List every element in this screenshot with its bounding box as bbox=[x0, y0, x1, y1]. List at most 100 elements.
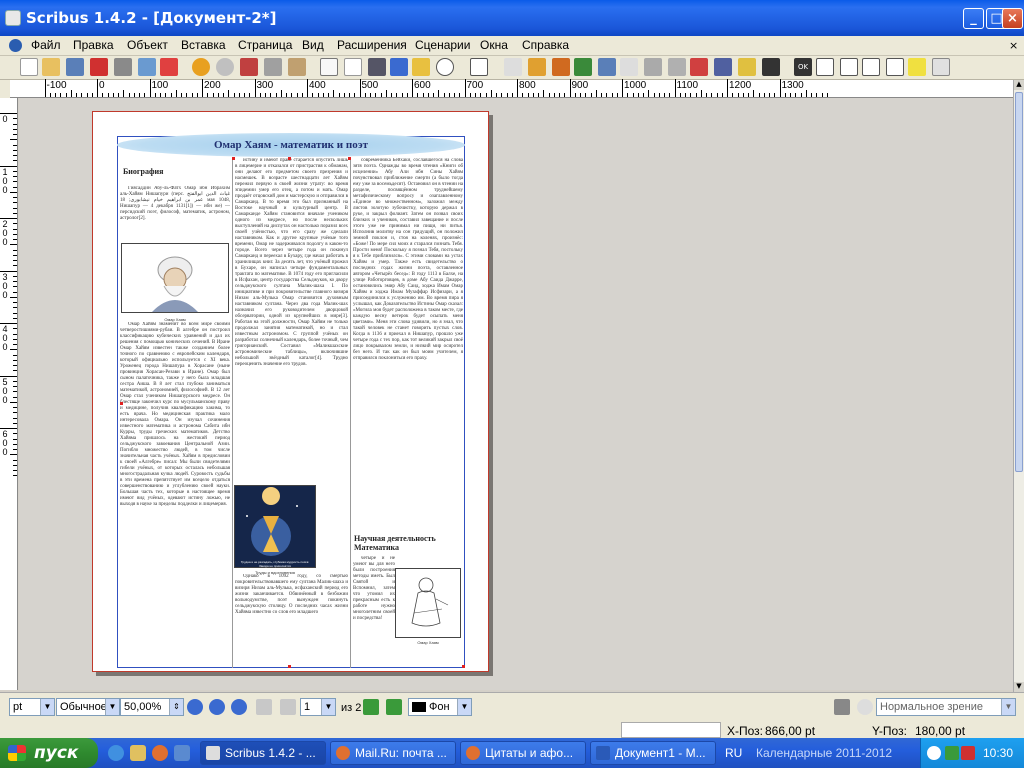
menu-scripts[interactable]: Сценарии bbox=[415, 38, 470, 52]
task-scribus[interactable]: Scribus 1.4.2 - ... bbox=[200, 741, 326, 765]
task-mailru[interactable]: Mail.Ru: почта ... bbox=[330, 741, 456, 765]
zoom-100-icon[interactable] bbox=[209, 699, 225, 715]
save-icon[interactable] bbox=[66, 58, 84, 76]
menu-extras[interactable]: Расширения bbox=[337, 38, 407, 52]
menu-page[interactable]: Страница bbox=[238, 38, 292, 52]
task-word-document[interactable]: Документ1 - М... bbox=[590, 741, 716, 765]
hourglass-image-frame[interactable] bbox=[234, 485, 316, 568]
math-heading[interactable]: Математика bbox=[354, 543, 399, 552]
next-page-icon[interactable] bbox=[363, 699, 379, 715]
pdf-combobox-icon[interactable] bbox=[862, 58, 880, 76]
last-page-icon[interactable] bbox=[386, 699, 402, 715]
selection-handle[interactable] bbox=[120, 402, 123, 405]
image-frame-icon[interactable] bbox=[368, 58, 386, 76]
selection-handle[interactable] bbox=[288, 665, 291, 668]
preview-mode-select[interactable]: Обычное ▼ bbox=[56, 698, 120, 716]
redo-icon[interactable] bbox=[216, 58, 234, 76]
copy-properties-icon[interactable] bbox=[738, 58, 756, 76]
column3-tail-text[interactable]: четыре и не умеют вы для него были постр… bbox=[353, 556, 395, 666]
menu-object[interactable]: Объект bbox=[127, 38, 168, 52]
undo-icon[interactable] bbox=[192, 58, 210, 76]
pdf-export-icon[interactable] bbox=[160, 58, 178, 76]
tray-network-icon[interactable] bbox=[945, 746, 959, 760]
measure-icon[interactable] bbox=[714, 58, 732, 76]
minimize-button[interactable]: _ bbox=[963, 8, 984, 29]
scrollbar-thumb[interactable] bbox=[1015, 92, 1023, 472]
document-page[interactable]: Омар Хаям - математик и поэт Биография Г… bbox=[92, 111, 489, 672]
previous-page-icon[interactable] bbox=[280, 699, 296, 715]
selection-handle[interactable] bbox=[288, 157, 291, 160]
render-frame-icon[interactable] bbox=[390, 58, 408, 76]
quicklaunch-ie-icon[interactable] bbox=[108, 745, 124, 761]
cut-icon[interactable] bbox=[240, 58, 258, 76]
menu-view[interactable]: Вид bbox=[302, 38, 324, 52]
select-tool-icon[interactable] bbox=[320, 58, 338, 76]
title-banner[interactable]: Омар Хаям - математик и поэт bbox=[117, 133, 465, 157]
visual-mode-select[interactable]: Нормальное зрение ▼ bbox=[876, 698, 1016, 716]
tray-antivirus-icon[interactable] bbox=[961, 746, 975, 760]
scroll-down-icon[interactable]: ▼ bbox=[1014, 682, 1024, 692]
open-folder-icon[interactable] bbox=[42, 58, 60, 76]
zoom-input[interactable]: 50,00% ⇕ bbox=[120, 698, 184, 716]
pdf-checkbox-icon[interactable] bbox=[840, 58, 858, 76]
column1-text[interactable]: Омар Хайям знаменит во всём мире своими … bbox=[120, 322, 230, 668]
zoom-out-icon[interactable] bbox=[187, 699, 203, 715]
selection-handle[interactable] bbox=[348, 157, 351, 160]
selection-handle[interactable] bbox=[232, 157, 235, 160]
scribe-image-frame[interactable] bbox=[395, 568, 461, 638]
quicklaunch-firefox-icon[interactable] bbox=[152, 745, 168, 761]
rotate-icon[interactable] bbox=[574, 58, 592, 76]
pdf-listbox-icon[interactable] bbox=[886, 58, 904, 76]
bio-intro-text[interactable]: Гиясаддин Абу-ль-Фатх Омар ибн Ибрахим а… bbox=[120, 186, 230, 241]
polygon-icon[interactable] bbox=[470, 58, 488, 76]
eye-icon[interactable] bbox=[857, 699, 873, 715]
new-document-icon[interactable] bbox=[20, 58, 38, 76]
zoom-in-icon[interactable] bbox=[231, 699, 247, 715]
column3-text[interactable]: современника Бейхаки, сославшегося на сл… bbox=[353, 158, 463, 538]
scribus-app-icon[interactable] bbox=[5, 10, 21, 26]
pdf-button-icon[interactable]: OK bbox=[794, 58, 812, 76]
line-icon[interactable] bbox=[504, 58, 522, 76]
print-icon[interactable] bbox=[114, 58, 132, 76]
first-page-icon[interactable] bbox=[256, 699, 272, 715]
preflight-icon[interactable] bbox=[138, 58, 156, 76]
close-document-icon[interactable] bbox=[90, 58, 108, 76]
menu-edit[interactable]: Правка bbox=[73, 38, 114, 52]
link-frames-icon[interactable] bbox=[668, 58, 686, 76]
column2-tail-text[interactable]: Однако в 1092 году, со смертью покровите… bbox=[235, 574, 348, 668]
menu-file[interactable]: Файл bbox=[31, 38, 61, 52]
menu-insert[interactable]: Вставка bbox=[181, 38, 226, 52]
document-canvas[interactable]: Омар Хаям - математик и поэт Биография Г… bbox=[19, 98, 1013, 690]
close-button[interactable]: × bbox=[1002, 8, 1023, 29]
unit-select[interactable]: pt ▼ bbox=[9, 698, 55, 716]
vertical-scrollbar[interactable]: ▲ ▼ bbox=[1013, 80, 1024, 692]
tray-chevron-icon[interactable] bbox=[927, 746, 941, 760]
preview-icon[interactable] bbox=[834, 699, 850, 715]
menu-windows[interactable]: Окна bbox=[480, 38, 508, 52]
text-frame-icon[interactable] bbox=[344, 58, 362, 76]
edit-text-icon[interactable] bbox=[644, 58, 662, 76]
bezier-icon[interactable] bbox=[528, 58, 546, 76]
bio-heading[interactable]: Биография bbox=[123, 167, 163, 176]
edit-contents-icon[interactable] bbox=[620, 58, 638, 76]
menu-help[interactable]: Справка bbox=[522, 38, 569, 52]
text-annotation-icon[interactable] bbox=[908, 58, 926, 76]
task-quotes[interactable]: Цитаты и афо... bbox=[460, 741, 586, 765]
layer-select[interactable]: Фон ▼ bbox=[408, 698, 472, 716]
paste-icon[interactable] bbox=[288, 58, 306, 76]
link-annotation-icon[interactable] bbox=[932, 58, 950, 76]
quicklaunch-explorer-icon[interactable] bbox=[130, 745, 146, 761]
quicklaunch-desktop-icon[interactable] bbox=[174, 745, 190, 761]
eyedropper-icon[interactable] bbox=[762, 58, 780, 76]
zoom-icon[interactable] bbox=[598, 58, 616, 76]
table-icon[interactable] bbox=[412, 58, 430, 76]
language-indicator[interactable]: RU bbox=[725, 746, 742, 760]
vertical-ruler[interactable]: 0 100 200 300 400 500 600 bbox=[0, 98, 18, 690]
horizontal-ruler[interactable]: -100 0 100 200 300 400 500 600 700 800 900 1000 1100… bbox=[10, 79, 1014, 98]
science-heading[interactable]: Научная деятельность bbox=[354, 534, 436, 543]
selection-handle[interactable] bbox=[462, 665, 465, 668]
page-number-select[interactable]: 1 ▼ bbox=[300, 698, 336, 716]
menu-close-icon[interactable]: × bbox=[1009, 39, 1018, 52]
shape-icon[interactable] bbox=[436, 58, 454, 76]
copy-icon[interactable] bbox=[264, 58, 282, 76]
